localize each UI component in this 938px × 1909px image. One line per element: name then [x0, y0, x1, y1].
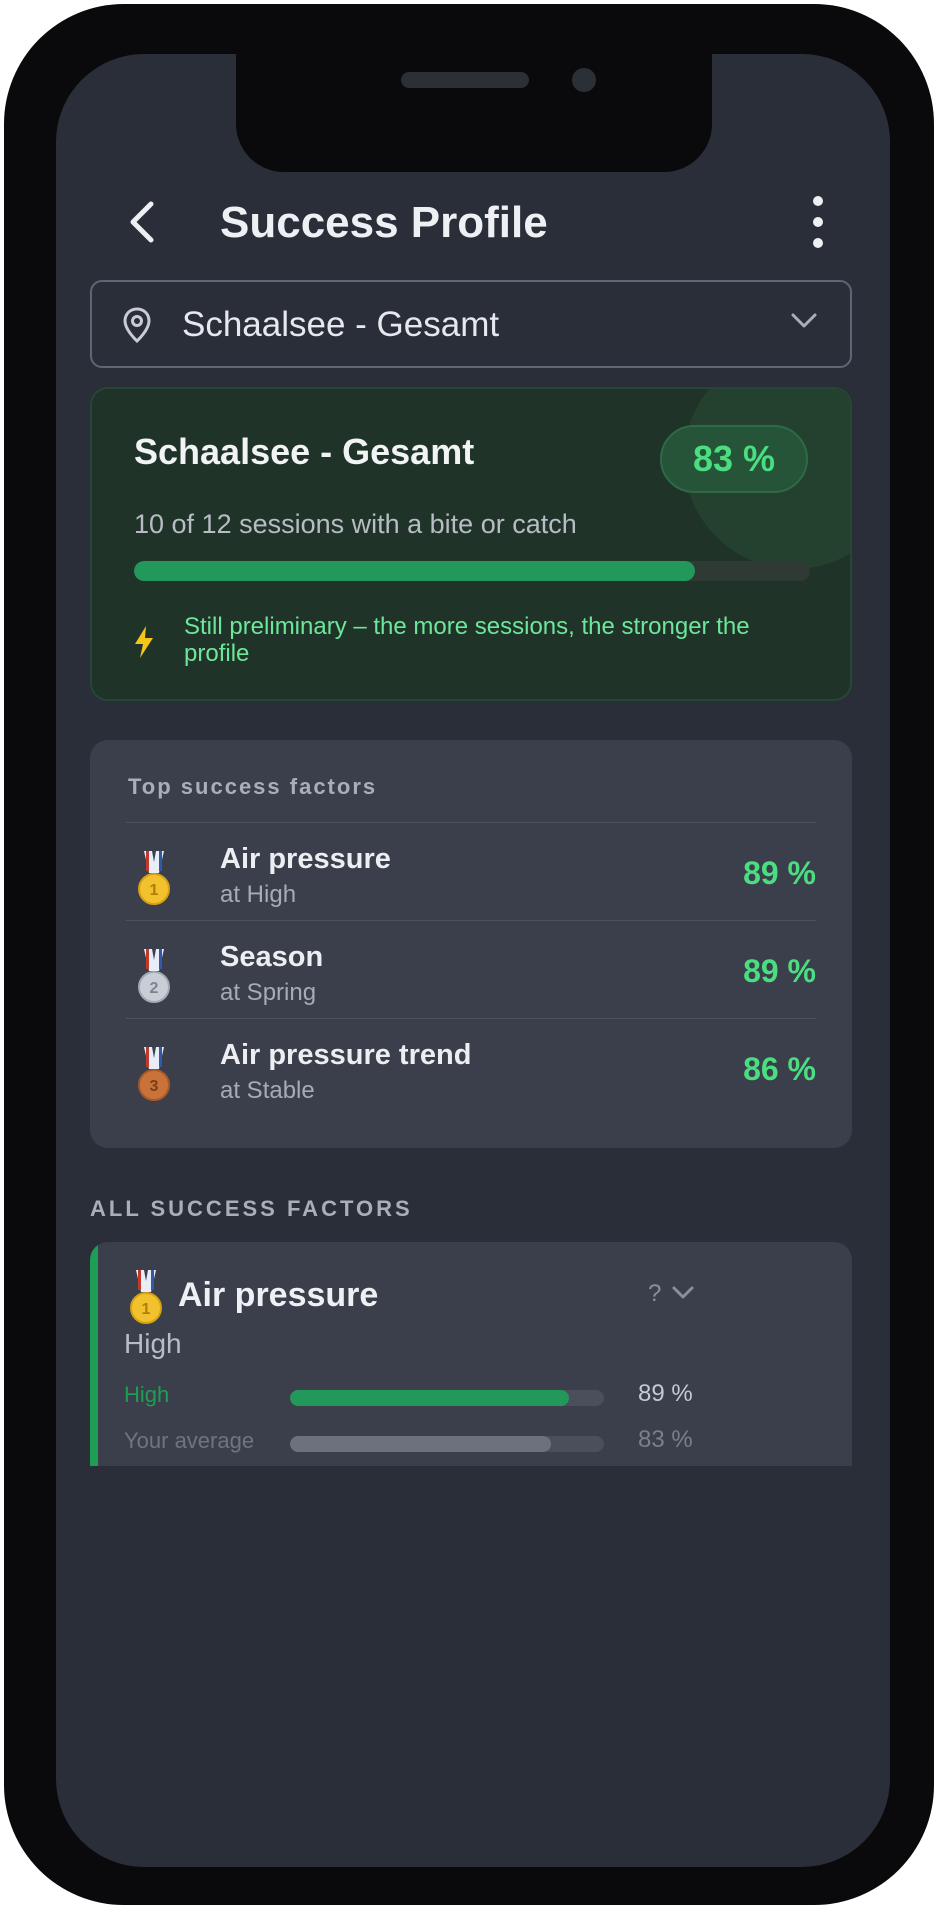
- success-rate-badge: 83 %: [660, 425, 808, 493]
- more-dot: [813, 217, 823, 227]
- chevron-left-icon: [130, 201, 154, 243]
- help-button[interactable]: ?: [648, 1280, 661, 1308]
- comparison-bar-fill: [290, 1436, 551, 1452]
- card-accent-bar: [90, 1242, 98, 1466]
- front-camera: [572, 68, 596, 92]
- top-factor-row[interactable]: 1 Air pressure at High 89 %: [126, 822, 816, 921]
- more-dot: [813, 196, 823, 206]
- medal-wrapper: 3: [134, 1047, 174, 1108]
- top-factor-row[interactable]: 3 Air pressure trend at Stable 86 %: [126, 1018, 816, 1117]
- preliminary-hint: Still preliminary – the more sessions, t…: [184, 613, 750, 667]
- chevron-down-icon[interactable]: [672, 1286, 694, 1300]
- comparison-bar: [290, 1436, 604, 1452]
- speaker-grille: [401, 72, 529, 88]
- factor-percent: 89 %: [743, 855, 816, 891]
- back-button[interactable]: [112, 192, 172, 252]
- page-title: Success Profile: [220, 198, 548, 247]
- factor-value: at Spring: [220, 979, 317, 1006]
- summary-title: Schaalsee - Gesamt: [134, 431, 475, 472]
- medal-number: 2: [150, 980, 159, 997]
- factor-value: at Stable: [220, 1077, 315, 1104]
- factor-detail-title: Air pressure: [178, 1276, 379, 1314]
- success-progress-fill: [134, 561, 696, 581]
- factor-percent: 89 %: [743, 953, 816, 989]
- gold-medal-icon: 1: [130, 1270, 162, 1324]
- medal-wrapper: 1: [134, 851, 174, 912]
- sessions-count-text: 10 of 12 sessions with a bite or catch: [134, 509, 577, 539]
- bronze-medal-icon: 3: [138, 1047, 170, 1101]
- comparison-label: High: [124, 1382, 170, 1407]
- app-screen: Success Profile Schaalsee - Gesamt Schaa…: [56, 54, 890, 1867]
- comparison-label: Your average: [124, 1428, 255, 1453]
- more-dot: [813, 238, 823, 248]
- gold-medal-icon: 1: [138, 851, 170, 905]
- chevron-down-icon: [791, 313, 817, 328]
- top-factors-heading: Top success factors: [128, 774, 378, 799]
- comparison-value: 83 %: [638, 1426, 693, 1453]
- factor-value: at High: [220, 881, 297, 908]
- comparison-row: High 89 %: [124, 1376, 852, 1416]
- factor-detail-card[interactable]: 1 Air pressure ? High High 89 % Your avera…: [90, 1242, 852, 1466]
- location-selected-label: Schaalsee - Gesamt: [182, 305, 500, 344]
- success-summary-card: Schaalsee - Gesamt 83 % 10 of 12 session…: [90, 387, 852, 701]
- comparison-bar-fill: [290, 1390, 570, 1406]
- location-dropdown[interactable]: Schaalsee - Gesamt: [90, 280, 852, 368]
- factor-name: Season: [220, 941, 324, 973]
- comparison-value: 89 %: [638, 1380, 693, 1407]
- location-pin-icon: [123, 307, 151, 344]
- success-progress-bar: [134, 561, 810, 581]
- medal-number: 1: [150, 882, 159, 899]
- factor-percent: 86 %: [743, 1051, 816, 1087]
- phone-frame: Success Profile Schaalsee - Gesamt Schaa…: [4, 4, 934, 1905]
- top-factor-row[interactable]: 2 Season at Spring 89 %: [126, 920, 816, 1019]
- medal-wrapper: 2: [134, 949, 174, 1010]
- all-factors-heading: ALL SUCCESS FACTORS: [90, 1196, 413, 1221]
- more-options-button[interactable]: [798, 196, 838, 248]
- medal-number: 1: [142, 1301, 151, 1318]
- factor-name: Air pressure trend: [220, 1039, 472, 1071]
- comparison-bar: [290, 1390, 604, 1406]
- top-success-factors-card: Top success factors 1 Air pressure at High…: [90, 740, 852, 1148]
- silver-medal-icon: 2: [138, 949, 170, 1003]
- medal-number: 3: [150, 1078, 159, 1095]
- factor-name: Air pressure: [220, 843, 391, 875]
- comparison-row: Your average 83 %: [124, 1422, 852, 1462]
- lightning-icon: [135, 626, 153, 658]
- factor-detail-subtitle: High: [124, 1328, 182, 1359]
